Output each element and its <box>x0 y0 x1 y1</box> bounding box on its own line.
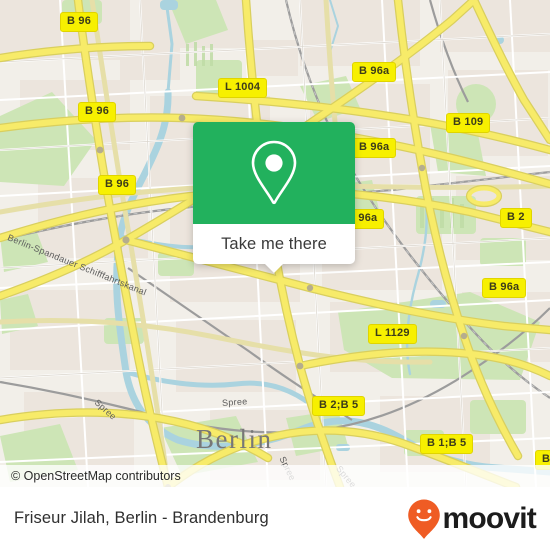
road-shield: B 1;B 5 <box>420 434 474 454</box>
popup-tail <box>264 263 284 273</box>
road-shield: B 2;B 5 <box>312 396 366 416</box>
place-title: Friseur Jilah, Berlin - Brandenburg <box>14 509 269 527</box>
city-label-berlin: Berlin <box>196 424 273 454</box>
moovit-wordmark: moovit <box>442 501 536 535</box>
road-shield: B 2 <box>500 208 532 228</box>
osm-attribution-text: © OpenStreetMap contributors <box>11 469 181 483</box>
road-shield: L 1004 <box>218 78 268 98</box>
road-shield: B 109 <box>446 113 491 133</box>
map-canvas[interactable]: Berlin-Spandauer Schifffahrtskanal Spree S… <box>0 0 550 487</box>
map-pin-icon <box>251 140 297 205</box>
footer-bar: Friseur Jilah, Berlin - Brandenburg moov… <box>0 487 550 550</box>
popup-header <box>193 122 355 224</box>
road-shield: B 96 <box>60 12 99 32</box>
place-popup[interactable]: Take me there <box>193 122 355 273</box>
water-label: Spree <box>221 396 248 408</box>
moovit-place-map-card: Berlin-Spandauer Schifffahrtskanal Spree S… <box>0 0 550 550</box>
osm-attribution-bar: © OpenStreetMap contributors <box>0 465 550 487</box>
popup-footer[interactable]: Take me there <box>193 224 355 273</box>
moovit-logo[interactable]: moovit <box>407 498 537 540</box>
road-shield: B 96a <box>352 62 397 82</box>
road-shield: B 96 <box>98 175 137 195</box>
road-shield: L 1129 <box>368 324 417 344</box>
take-me-there-button[interactable]: Take me there <box>221 235 327 254</box>
moovit-pin-smile-icon <box>408 499 441 539</box>
road-shield: B 96a <box>352 138 397 158</box>
road-shield: B 96 <box>78 102 117 122</box>
road-shield: B 96a <box>482 278 527 298</box>
